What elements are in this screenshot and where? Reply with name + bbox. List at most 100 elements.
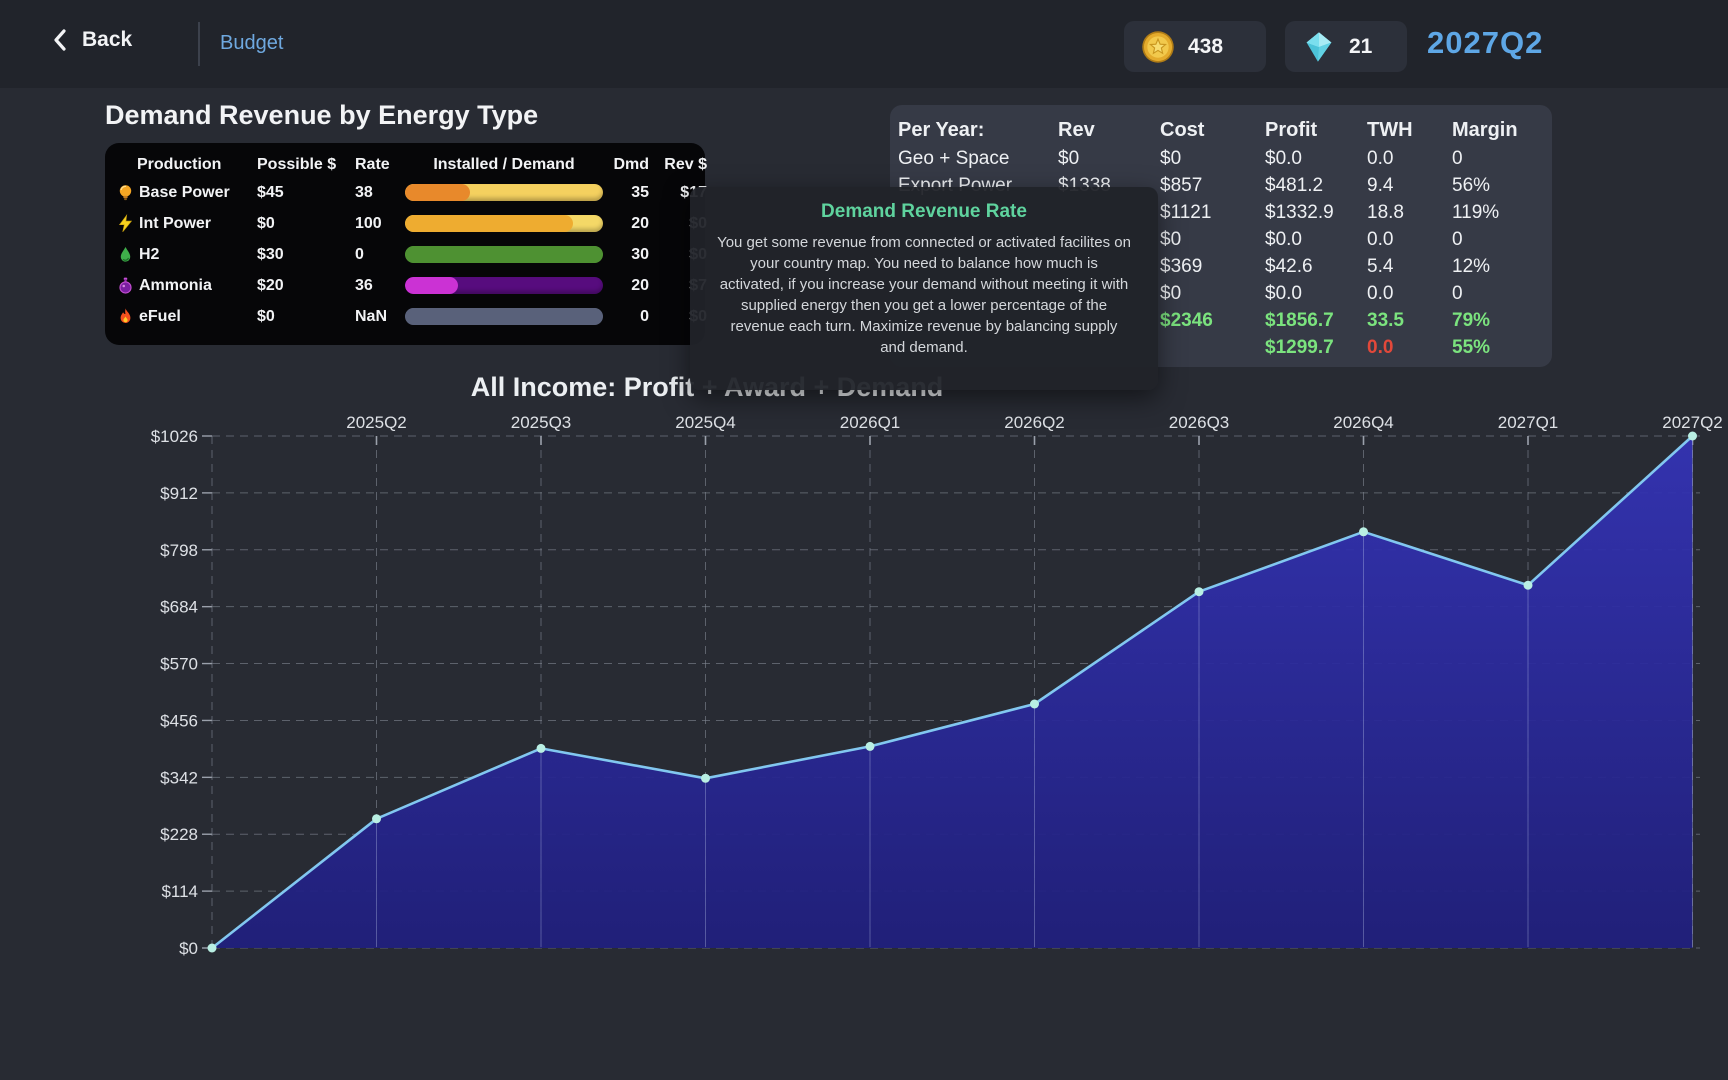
data-point <box>537 744 546 753</box>
data-point <box>1359 527 1368 536</box>
demand-revenue-rate-tooltip: Demand Revenue Rate You get some revenue… <box>690 187 1158 390</box>
cell-rate: 100 <box>355 215 403 233</box>
cell-twh: 0.0 <box>1367 229 1452 251</box>
installed-demand-bar <box>405 308 603 325</box>
cell-margin: 0 <box>1452 283 1544 305</box>
cell-dmd: 0 <box>605 308 649 326</box>
cell-rate: NaN <box>355 308 403 326</box>
cell-production: H2 <box>139 246 255 264</box>
cell-twh: 18.8 <box>1367 202 1452 224</box>
data-point <box>372 814 381 823</box>
cell-cost: $0 <box>1160 283 1265 305</box>
header-installed-demand: Installed / Demand <box>405 156 603 174</box>
cell-dmd: 20 <box>605 277 649 295</box>
flask-icon <box>113 276 137 295</box>
cell-rev: $0 <box>1058 148 1160 170</box>
gem-icon <box>1301 29 1337 65</box>
cell-rate: 36 <box>355 277 403 295</box>
per-year-header-0: Per Year: <box>898 119 1058 142</box>
cell-margin: 56% <box>1452 175 1544 197</box>
cell-profit: $481.2 <box>1265 175 1367 197</box>
cell-possible: $45 <box>257 184 353 202</box>
tab-budget[interactable]: Budget <box>220 32 283 55</box>
flame-icon <box>113 307 137 326</box>
chevron-left-icon <box>52 28 68 52</box>
cell-profit: $0.0 <box>1265 283 1367 305</box>
y-tick-label: $228 <box>160 825 198 844</box>
data-point <box>1195 587 1204 596</box>
installed-demand-bar <box>405 184 603 201</box>
cell-twh: 0.0 <box>1367 283 1452 305</box>
per-year-header-2: Cost <box>1160 119 1265 142</box>
cell-cost: $857 <box>1160 175 1265 197</box>
y-tick-label: $0 <box>179 939 198 958</box>
cell-twh: 33.5 <box>1367 310 1452 332</box>
budget-screen: Back Budget 438 21 2027Q2 Demand Reven <box>0 0 1728 1080</box>
coin-balance-badge: 438 <box>1124 21 1266 72</box>
data-point <box>208 944 217 953</box>
x-tick-label: 2027Q2 <box>1662 413 1723 432</box>
x-tick-label: 2025Q2 <box>346 413 407 432</box>
tooltip-body: You get some revenue from connected or a… <box>716 232 1132 358</box>
cell-margin: 119% <box>1452 202 1544 224</box>
cell-rate: 38 <box>355 184 403 202</box>
cell-production: Ammonia <box>139 277 255 295</box>
x-tick-label: 2026Q3 <box>1169 413 1230 432</box>
y-tick-label: $570 <box>160 655 198 674</box>
back-label: Back <box>82 28 132 52</box>
cell-possible: $20 <box>257 277 353 295</box>
tooltip-title: Demand Revenue Rate <box>716 201 1132 223</box>
per-year-header-4: TWH <box>1367 119 1452 142</box>
cell-dmd: 35 <box>605 184 649 202</box>
cell-production: Base Power <box>139 184 255 202</box>
bulb-icon <box>113 183 137 202</box>
header-possible: Possible $ <box>257 156 353 174</box>
y-tick-label: $342 <box>160 768 198 787</box>
energy-row-efuel: eFuel$0NaN0$0 <box>113 301 695 332</box>
cell-profit: $1299.7 <box>1265 337 1367 359</box>
cell-margin: 55% <box>1452 337 1544 359</box>
back-button[interactable]: Back <box>52 28 132 52</box>
cell-margin: 0 <box>1452 229 1544 251</box>
energy-row-base-power: Base Power$453835$17 <box>113 177 695 208</box>
current-quarter: 2027Q2 <box>1427 25 1543 61</box>
per-year-header: Per Year:RevCostProfitTWHMargin <box>898 115 1544 145</box>
cell-production: eFuel <box>139 308 255 326</box>
x-tick-label: 2027Q1 <box>1498 413 1559 432</box>
y-tick-label: $114 <box>161 882 198 901</box>
energy-row-ammonia: Ammonia$203620$7 <box>113 270 695 301</box>
x-tick-label: 2025Q4 <box>675 413 736 432</box>
cell-possible: $0 <box>257 308 353 326</box>
installed-demand-bar <box>405 215 603 232</box>
cell-cost: $0 <box>1160 229 1265 251</box>
droplet-icon <box>113 245 137 264</box>
cell-label: Geo + Space <box>898 148 1058 170</box>
cell-profit: $1332.9 <box>1265 202 1367 224</box>
header-rate: Rate <box>355 156 403 174</box>
energy-table: Production Possible $ Rate Installed / D… <box>105 143 705 345</box>
coin-count: 438 <box>1188 35 1223 59</box>
per-year-header-1: Rev <box>1058 119 1160 142</box>
cell-margin: 12% <box>1452 256 1544 278</box>
income-area-chart: $1026$912$798$684$570$456$342$228$114$02… <box>0 400 1728 970</box>
energy-table-title: Demand Revenue by Energy Type <box>105 100 538 131</box>
per-year-header-3: Profit <box>1265 119 1367 142</box>
header-rev: Rev $ <box>651 156 707 174</box>
coin-icon <box>1140 29 1176 65</box>
cell-rate: 0 <box>355 246 403 264</box>
topbar-divider <box>198 22 200 66</box>
cell-profit: $42.6 <box>1265 256 1367 278</box>
cell-twh: 0.0 <box>1367 337 1452 359</box>
data-point <box>1524 581 1533 590</box>
header-production: Production <box>113 156 255 174</box>
data-point <box>1688 432 1697 441</box>
cell-cost: $1121 <box>1160 202 1265 224</box>
y-tick-label: $798 <box>160 541 198 560</box>
y-tick-label: $684 <box>160 598 198 617</box>
gem-count: 21 <box>1349 35 1372 59</box>
header-dmd: Dmd <box>605 156 649 174</box>
cell-possible: $30 <box>257 246 353 264</box>
cell-twh: 5.4 <box>1367 256 1452 278</box>
cell-cost: $369 <box>1160 256 1265 278</box>
cell-production: Int Power <box>139 215 255 233</box>
